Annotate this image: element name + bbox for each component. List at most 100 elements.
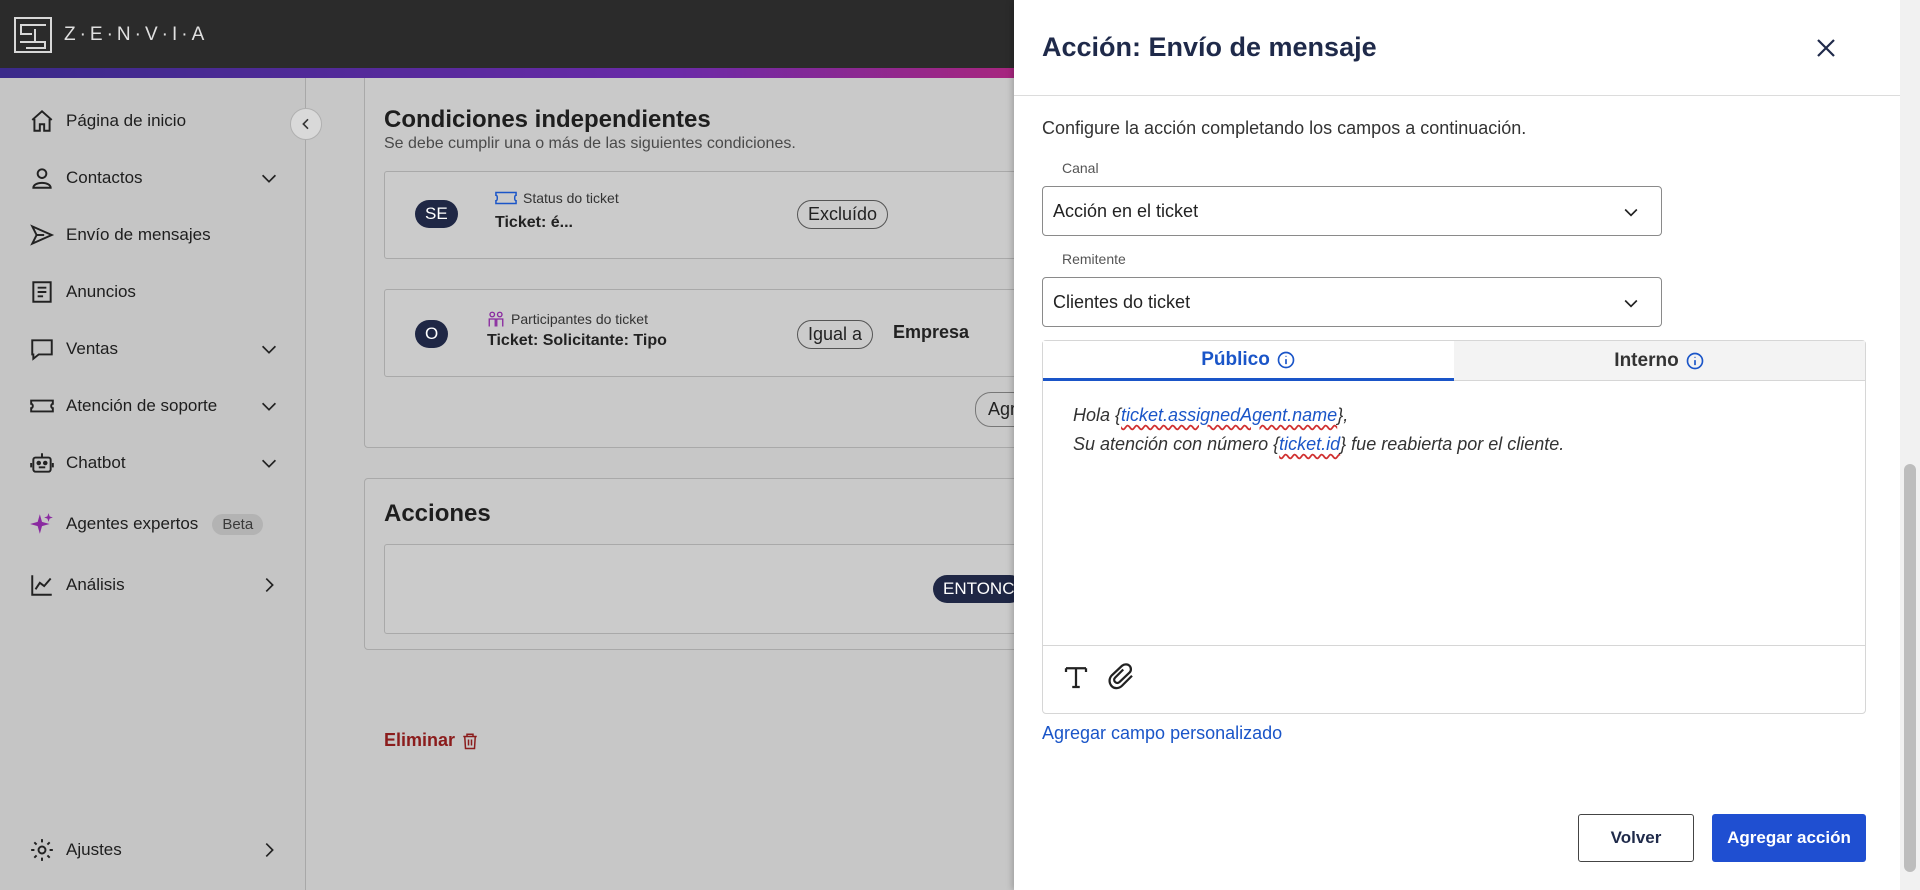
sidebar-item-label: Análisis — [66, 575, 125, 594]
main-content: Condiciones independientes Se debe cumpl… — [306, 78, 1016, 890]
remitente-label: Remitente — [1062, 251, 1126, 267]
beta-badge: Beta — [212, 513, 264, 535]
sidebar: Página de inicio Contactos Envío de mens… — [0, 78, 306, 890]
operator-pill: Igual a — [797, 320, 874, 349]
chat-icon — [28, 335, 56, 363]
conditions-subtitle: Se debe cumplir una o más de las siguien… — [384, 135, 796, 152]
condition-card[interactable]: O Participantes do ticket Ticket: Solici… — [384, 289, 1016, 377]
sidebar-item-label: Página de inicio — [66, 111, 187, 130]
condition-field-label: Status do ticket — [495, 190, 619, 206]
sidebar-item-label: Agentes expertos — [66, 514, 199, 533]
sidebar-item-label: Envío de mensajes — [66, 225, 211, 244]
chevron-down-icon — [258, 338, 280, 365]
sidebar-item-chatbot[interactable]: Chatbot — [0, 441, 306, 485]
message-tabs: Público Interno — [1043, 341, 1865, 381]
sidebar-item-support[interactable]: Atención de soporte — [0, 384, 306, 428]
logo: Z·E·N·V·I·A — [14, 17, 208, 53]
canal-select[interactable]: Acción en el ticket — [1042, 186, 1662, 236]
condition-field-value: Ticket: é... — [495, 214, 573, 231]
sidebar-item-messaging[interactable]: Envío de mensajes — [0, 213, 306, 257]
tab-public[interactable]: Público — [1043, 341, 1454, 381]
connector-pill: SE — [415, 200, 458, 228]
sidebar-item-home[interactable]: Página de inicio — [0, 99, 306, 143]
trash-icon — [463, 733, 477, 749]
collapse-sidebar-button[interactable] — [290, 108, 322, 140]
remitente-value: Clientes do ticket — [1053, 291, 1191, 312]
gear-icon — [28, 836, 56, 864]
add-condition-button[interactable]: Agr — [975, 392, 1016, 427]
variable-token: ticket.assignedAgent.name — [1121, 405, 1338, 425]
participants-icon — [488, 311, 504, 327]
chevron-down-icon — [258, 452, 280, 479]
add-custom-field-link[interactable]: Agregar campo personalizado — [1042, 723, 1282, 744]
info-icon — [1686, 352, 1704, 370]
sidebar-item-label: Anuncios — [66, 282, 136, 301]
canal-label: Canal — [1062, 160, 1099, 176]
sidebar-item-announcements[interactable]: Anuncios — [0, 270, 306, 314]
sidebar-item-label: Contactos — [66, 168, 143, 187]
sidebar-item-expert-agents[interactable]: Agentes expertos Beta — [0, 502, 306, 546]
sidebar-item-label: Ajustes — [66, 840, 122, 859]
sidebar-item-label: Atención de soporte — [66, 396, 218, 415]
chevron-left-icon — [302, 118, 309, 130]
condition-field-label: Participantes do ticket — [487, 310, 648, 328]
message-body[interactable]: Hola {ticket.assignedAgent.name}, Su ate… — [1073, 401, 1564, 459]
drawer-instructions: Configure la acción completando los camp… — [1042, 118, 1527, 138]
sidebar-item-label: Chatbot — [66, 453, 126, 472]
close-button[interactable] — [1808, 30, 1844, 66]
logo-text: Z·E·N·V·I·A — [64, 24, 209, 45]
chevron-right-icon — [258, 839, 280, 866]
chart-icon — [28, 571, 56, 599]
user-icon — [28, 164, 56, 192]
ticket-icon — [28, 392, 56, 420]
scrollbar-thumb[interactable] — [1904, 464, 1916, 872]
action-card: ENTONC — [384, 544, 1016, 634]
then-pill: ENTONC — [933, 575, 1016, 603]
tab-internal[interactable]: Interno — [1454, 341, 1865, 381]
remitente-select[interactable]: Clientes do ticket — [1042, 277, 1662, 327]
text-format-icon[interactable] — [1061, 662, 1091, 697]
sidebar-item-contacts[interactable]: Contactos — [0, 156, 306, 200]
document-icon — [28, 278, 56, 306]
close-icon — [1817, 39, 1835, 57]
delete-button[interactable]: Eliminar — [384, 730, 479, 751]
actions-title: Acciones — [384, 500, 491, 527]
editor-toolbar — [1043, 645, 1865, 713]
ticket-icon — [495, 191, 517, 205]
chevron-down-icon — [1621, 293, 1641, 318]
sidebar-item-label: Ventas — [66, 339, 118, 358]
tab-label: Público — [1201, 348, 1270, 370]
message-editor: Público Interno Hola {ticket.assignedAge… — [1042, 340, 1866, 714]
sidebar-item-analytics[interactable]: Análisis — [0, 563, 306, 607]
operator-pill: Excluído — [797, 200, 889, 229]
conditions-title: Condiciones independientes — [384, 106, 711, 133]
canal-value: Acción en el ticket — [1053, 200, 1199, 221]
connector-pill: O — [415, 320, 449, 348]
tab-label: Interno — [1614, 350, 1679, 371]
back-button[interactable]: Volver — [1578, 814, 1694, 862]
message-line: Su atención con número {ticket.id} fue r… — [1073, 434, 1565, 454]
condition-card[interactable]: SE Status do ticket Ticket: é... Excluíd… — [384, 171, 1016, 259]
sparkle-icon — [28, 510, 56, 538]
variable-token: ticket.id — [1279, 434, 1341, 454]
condition-value: Empresa — [893, 322, 970, 342]
home-icon — [28, 107, 56, 135]
chevron-right-icon — [258, 574, 280, 601]
robot-icon — [28, 449, 56, 477]
add-action-button[interactable]: Agregar acción — [1712, 814, 1866, 862]
logo-icon — [14, 17, 52, 53]
chevron-down-icon — [258, 395, 280, 422]
sidebar-item-settings[interactable]: Ajustes — [0, 828, 306, 872]
chevron-down-icon — [1621, 202, 1641, 227]
info-icon — [1277, 351, 1295, 368]
attachment-icon[interactable] — [1107, 662, 1137, 697]
drawer-header: Acción: Envío de mensaje — [1014, 0, 1906, 96]
condition-field-value: Ticket: Solicitante: Tipo — [487, 332, 667, 349]
send-icon — [28, 221, 56, 249]
chevron-down-icon — [258, 167, 280, 194]
message-line: Hola {ticket.assignedAgent.name}, — [1073, 405, 1349, 425]
action-drawer: Acción: Envío de mensaje Configure la ac… — [1014, 0, 1906, 890]
drawer-title: Acción: Envío de mensaje — [1042, 32, 1377, 62]
sidebar-item-sales[interactable]: Ventas — [0, 327, 306, 371]
scrollbar[interactable] — [1900, 0, 1920, 890]
